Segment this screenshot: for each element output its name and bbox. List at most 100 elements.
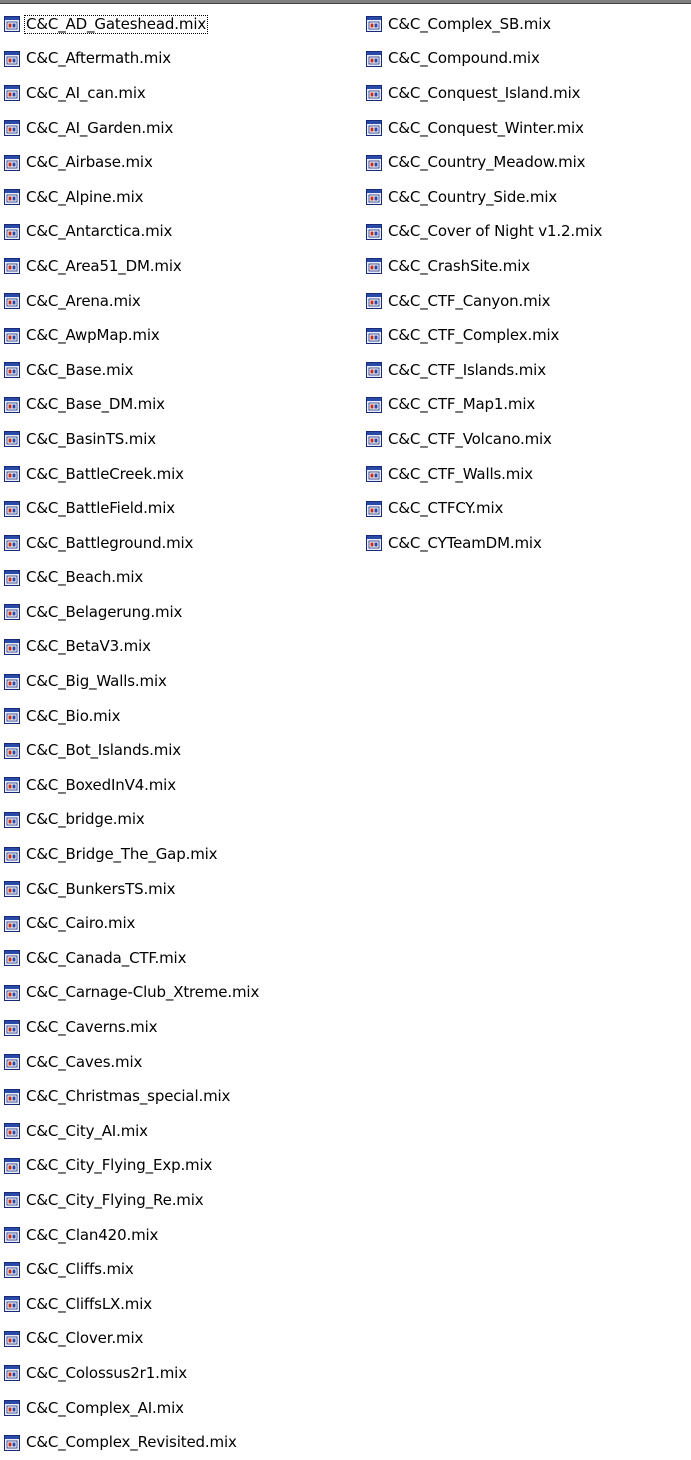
- file-name-label: C&C_CTFCY.mix: [388, 499, 504, 518]
- file-item[interactable]: C&C_Beach.mix: [4, 561, 360, 596]
- file-item[interactable]: C&C_Belagerung.mix: [4, 595, 360, 630]
- mix-file-icon: [4, 189, 20, 206]
- file-item[interactable]: C&C_CTF_Islands.mix: [366, 353, 691, 388]
- file-item[interactable]: C&C_CTFCY.mix: [366, 491, 691, 526]
- file-name-label: C&C_CTF_Volcano.mix: [388, 429, 552, 448]
- file-name-label: C&C_AwpMap.mix: [26, 326, 160, 345]
- file-item[interactable]: C&C_CTF_Complex.mix: [366, 318, 691, 353]
- file-item[interactable]: C&C_CliffsLX.mix: [4, 1287, 360, 1322]
- file-name-label: C&C_Compound.mix: [388, 49, 540, 68]
- file-item[interactable]: C&C_CrashSite.mix: [366, 249, 691, 284]
- file-item[interactable]: C&C_BattleCreek.mix: [4, 457, 360, 492]
- file-name-label: C&C_Area51_DM.mix: [26, 256, 182, 275]
- file-item[interactable]: C&C_AI_Garden.mix: [4, 111, 360, 146]
- file-item[interactable]: C&C_Alpine.mix: [4, 180, 360, 215]
- file-item[interactable]: C&C_Country_Meadow.mix: [366, 145, 691, 180]
- mix-file-icon: [4, 1088, 20, 1105]
- file-item[interactable]: C&C_Compound.mix: [366, 42, 691, 77]
- file-item[interactable]: C&C_Carnage-Club_Xtreme.mix: [4, 976, 360, 1011]
- file-item[interactable]: C&C_Area51_DM.mix: [4, 249, 360, 284]
- file-item[interactable]: C&C_Canada_CTF.mix: [4, 941, 360, 976]
- file-item[interactable]: C&C_CTF_Canyon.mix: [366, 284, 691, 319]
- mix-file-icon: [4, 16, 20, 33]
- file-item[interactable]: C&C_CYTeamDM.mix: [366, 526, 691, 561]
- file-name-label: C&C_Christmas_special.mix: [26, 1087, 231, 1106]
- mix-file-icon: [366, 293, 382, 310]
- file-item[interactable]: C&C_AwpMap.mix: [4, 318, 360, 353]
- mix-file-icon: [4, 154, 20, 171]
- file-name-label: C&C_Conquest_Island.mix: [388, 83, 581, 102]
- file-item[interactable]: C&C_Clan420.mix: [4, 1218, 360, 1253]
- mix-file-icon: [366, 466, 382, 483]
- file-name-label: C&C_Aftermath.mix: [26, 49, 171, 68]
- file-item[interactable]: C&C_Bio.mix: [4, 699, 360, 734]
- file-item[interactable]: C&C_Base.mix: [4, 353, 360, 388]
- file-name-label: C&C_Country_Meadow.mix: [388, 153, 586, 172]
- file-item[interactable]: C&C_Big_Walls.mix: [4, 664, 360, 699]
- mix-file-icon: [366, 154, 382, 171]
- file-item[interactable]: C&C_City_AI.mix: [4, 1114, 360, 1149]
- file-item[interactable]: C&C_Arena.mix: [4, 284, 360, 319]
- file-item[interactable]: C&C_bridge.mix: [4, 803, 360, 838]
- file-name-label: C&C_BoxedInV4.mix: [26, 775, 176, 794]
- file-name-label: C&C_Bot_Islands.mix: [26, 741, 182, 760]
- file-name-label: C&C_Bridge_The_Gap.mix: [26, 845, 218, 864]
- file-item[interactable]: C&C_Colossus2r1.mix: [4, 1356, 360, 1391]
- file-item[interactable]: C&C_AD_Gateshead.mix: [4, 7, 360, 42]
- file-item[interactable]: C&C_Country_Side.mix: [366, 180, 691, 215]
- file-item[interactable]: C&C_Complex_AI.mix: [4, 1391, 360, 1426]
- file-item[interactable]: C&C_BetaV3.mix: [4, 630, 360, 665]
- mix-file-icon: [4, 85, 20, 102]
- file-name-label: C&C_Caverns.mix: [26, 1018, 158, 1037]
- file-name-label: C&C_Clan420.mix: [26, 1225, 159, 1244]
- file-item[interactable]: C&C_Christmas_special.mix: [4, 1079, 360, 1114]
- file-name-label: C&C_Beach.mix: [26, 568, 144, 587]
- file-item[interactable]: C&C_Cliffs.mix: [4, 1252, 360, 1287]
- file-item[interactable]: C&C_Complex_Revisited.mix: [4, 1425, 360, 1460]
- mix-file-icon: [4, 466, 20, 483]
- file-item[interactable]: C&C_Conquest_Winter.mix: [366, 111, 691, 146]
- file-name-label: C&C_City_Flying_Exp.mix: [26, 1156, 213, 1175]
- file-item[interactable]: C&C_City_Flying_Re.mix: [4, 1183, 360, 1218]
- file-item[interactable]: C&C_BoxedInV4.mix: [4, 768, 360, 803]
- file-item[interactable]: C&C_Caverns.mix: [4, 1010, 360, 1045]
- mix-file-icon: [366, 431, 382, 448]
- file-item[interactable]: C&C_Aftermath.mix: [4, 42, 360, 77]
- file-item[interactable]: C&C_BattleField.mix: [4, 491, 360, 526]
- file-item[interactable]: C&C_Airbase.mix: [4, 145, 360, 180]
- file-name-label: C&C_Alpine.mix: [26, 187, 144, 206]
- file-item[interactable]: C&C_Complex_SB.mix: [366, 7, 691, 42]
- mix-file-icon: [4, 638, 20, 655]
- file-item[interactable]: C&C_AI_can.mix: [4, 76, 360, 111]
- mix-file-icon: [4, 500, 20, 517]
- file-name-label: C&C_AD_Gateshead.mix: [24, 14, 209, 34]
- file-item[interactable]: C&C_City_Flying_Exp.mix: [4, 1149, 360, 1184]
- file-name-label: C&C_CTF_Complex.mix: [388, 326, 560, 345]
- file-name-label: C&C_Arena.mix: [26, 291, 141, 310]
- file-item[interactable]: C&C_Base_DM.mix: [4, 388, 360, 423]
- file-name-label: C&C_Base.mix: [26, 360, 134, 379]
- file-item[interactable]: C&C_CTF_Walls.mix: [366, 457, 691, 492]
- mix-file-icon: [4, 777, 20, 794]
- file-item[interactable]: C&C_BasinTS.mix: [4, 422, 360, 457]
- file-item[interactable]: C&C_Conquest_Island.mix: [366, 76, 691, 111]
- file-name-label: C&C_Antarctica.mix: [26, 222, 173, 241]
- mix-file-icon: [366, 189, 382, 206]
- file-name-label: C&C_CTF_Walls.mix: [388, 464, 533, 483]
- file-item[interactable]: C&C_Battleground.mix: [4, 526, 360, 561]
- file-name-label: C&C_bridge.mix: [26, 810, 145, 829]
- file-item[interactable]: C&C_Cover of Night v1.2.mix: [366, 215, 691, 250]
- mix-file-icon: [4, 327, 20, 344]
- file-item[interactable]: C&C_Antarctica.mix: [4, 215, 360, 250]
- mix-file-icon: [366, 258, 382, 275]
- file-item[interactable]: C&C_CTF_Map1.mix: [366, 388, 691, 423]
- file-item[interactable]: C&C_Caves.mix: [4, 1045, 360, 1080]
- file-item[interactable]: C&C_BunkersTS.mix: [4, 872, 360, 907]
- file-name-label: C&C_Cairo.mix: [26, 914, 136, 933]
- file-list-view[interactable]: C&C_AD_Gateshead.mix C&C_Aftermath.mix C&C…: [0, 4, 691, 1451]
- file-item[interactable]: C&C_CTF_Volcano.mix: [366, 422, 691, 457]
- file-item[interactable]: C&C_Clover.mix: [4, 1322, 360, 1357]
- file-item[interactable]: C&C_Bridge_The_Gap.mix: [4, 837, 360, 872]
- file-item[interactable]: C&C_Cairo.mix: [4, 906, 360, 941]
- file-item[interactable]: C&C_Bot_Islands.mix: [4, 733, 360, 768]
